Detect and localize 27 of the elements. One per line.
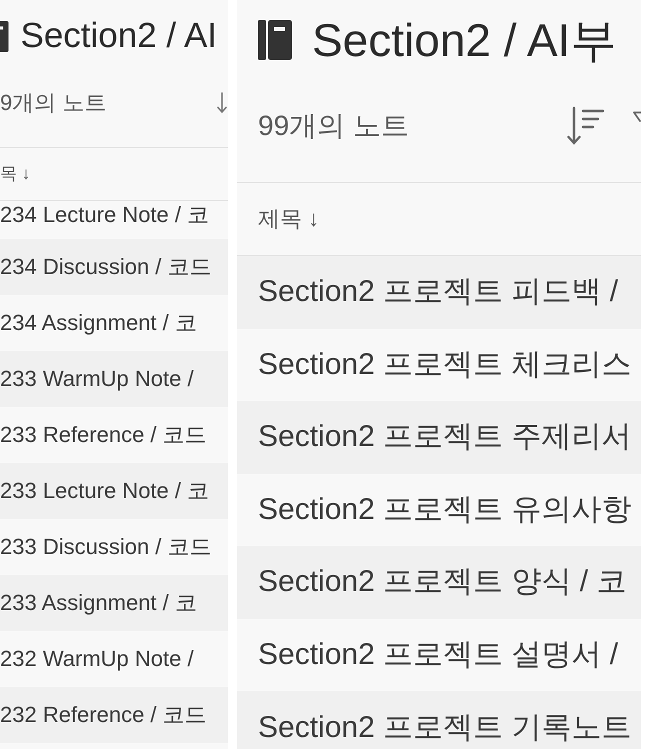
notebook-icon [258, 20, 292, 60]
column-header[interactable]: 제목 ↓ [258, 206, 320, 232]
note-row[interactable]: Section2 프로젝트 설명서 / [237, 618, 641, 691]
note-count: 9개의 노트 [0, 90, 106, 116]
note-row[interactable]: 233 Reference / 코드 [0, 407, 228, 463]
note-row[interactable]: 233 Discussion / 코드 [0, 519, 228, 575]
notebook-title: Section2 / AI [20, 16, 218, 56]
note-count: 99개의 노트 [258, 109, 409, 143]
note-row[interactable]: Section2 프로젝트 기록노트 [237, 691, 641, 749]
notebook-title: Section2 / AI부 [312, 14, 616, 66]
note-row[interactable]: 234 Lecture Note / 코 [0, 201, 228, 239]
note-row[interactable]: Section2 프로젝트 체크리스 [237, 328, 641, 401]
note-row[interactable]: Section2 프로젝트 유의사항 [237, 474, 641, 546]
note-row[interactable]: 233 Lecture Note / 코 [0, 463, 228, 519]
note-row[interactable]: 234 Assignment / 코 [0, 295, 228, 351]
note-row[interactable]: Section2 프로젝트 주제리서 [237, 401, 641, 474]
note-row[interactable]: 233 WarmUp Note / [0, 351, 228, 407]
note-row[interactable]: 232 WarmUp Note / [0, 631, 228, 687]
filter-icon[interactable] [633, 111, 641, 123]
note-row[interactable]: Section2 프로젝트 양식 / 코 [237, 546, 641, 618]
column-header[interactable]: 목 ↓ [0, 164, 30, 184]
note-row[interactable]: Section2 프로젝트 피드백 / [237, 256, 641, 328]
note-row[interactable]: 234 Discussion / 코드 [0, 239, 228, 295]
note-row[interactable]: 232 Reference / 코드 [0, 687, 228, 743]
sort-icon[interactable] [217, 92, 227, 114]
sort-icon[interactable] [567, 106, 605, 146]
note-row[interactable]: 233 Assignment / 코 [0, 575, 228, 631]
